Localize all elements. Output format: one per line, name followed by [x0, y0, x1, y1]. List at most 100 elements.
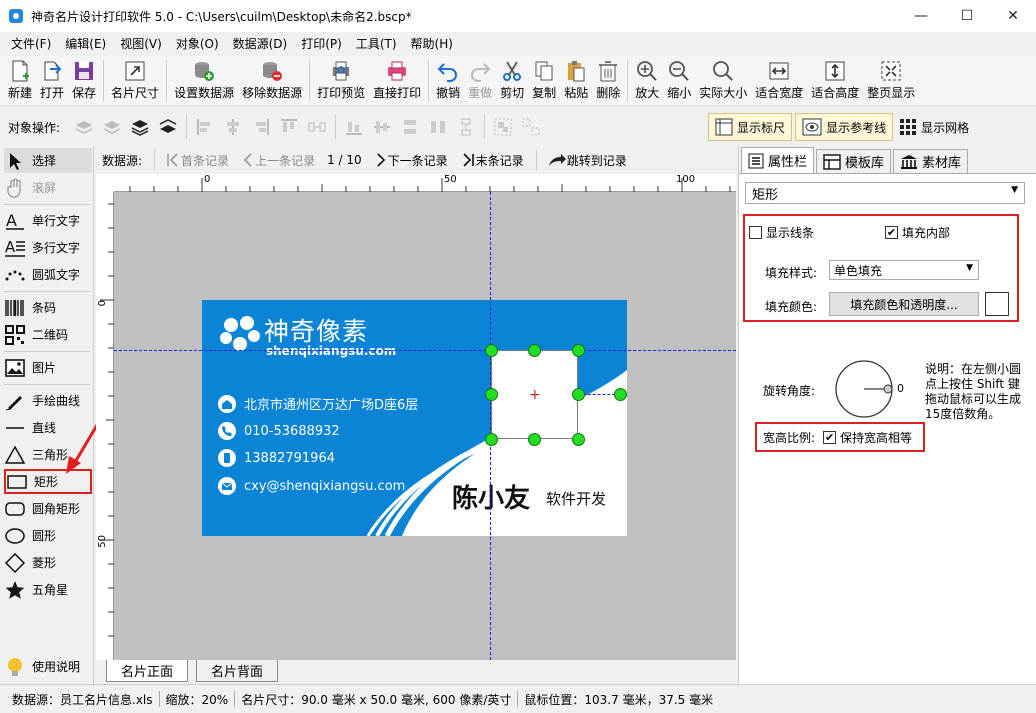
show-grid-toggle[interactable]: 显示网格 — [893, 113, 975, 141]
checkbox-checked-icon: ✔ — [885, 226, 898, 239]
actual-size-button[interactable]: 实际大小 — [695, 56, 751, 104]
align-bottom-icon[interactable] — [343, 116, 365, 138]
resize-handle-top-right[interactable] — [572, 344, 585, 357]
show-ruler-toggle[interactable]: 显示标尺 — [708, 113, 793, 141]
tool-diamond[interactable]: 菱形 — [4, 550, 92, 575]
horizontal-guide-line[interactable] — [114, 350, 736, 351]
resize-handle-bottom-right[interactable] — [572, 433, 585, 446]
fit-width-button[interactable]: 适合宽度 — [751, 56, 807, 104]
delete-button[interactable]: 删除 — [592, 56, 624, 104]
rotation-handle[interactable] — [614, 388, 627, 401]
qrcode-icon — [5, 324, 25, 345]
vertical-ruler[interactable]: 0 50 — [96, 192, 114, 660]
tab-properties[interactable]: 属性栏 — [741, 147, 815, 173]
last-record-button[interactable]: 末条记录 — [460, 152, 524, 169]
maximize-button[interactable]: ☐ — [944, 0, 990, 32]
fill-color-button[interactable]: 填充颜色和透明度... — [829, 292, 979, 316]
tool-rounded-rect[interactable]: 圆角矩形 — [4, 496, 92, 521]
fill-inside-checkbox[interactable]: ✔ 填充内部 — [885, 224, 950, 241]
tool-select[interactable]: 选择 — [4, 148, 92, 173]
align-left-icon[interactable] — [194, 116, 216, 138]
menu-datasource[interactable]: 数据源(D) — [226, 33, 295, 55]
list-icon — [748, 153, 764, 168]
record-counter: 1 / 10 — [327, 153, 362, 167]
tool-arc-text[interactable]: 圆弧文字 — [4, 262, 92, 287]
tool-qrcode[interactable]: 二维码 — [4, 322, 92, 347]
show-border-checkbox[interactable]: 显示线条 — [749, 224, 814, 241]
tool-multi-text[interactable]: A 多行文字 — [4, 235, 92, 260]
tool-star[interactable]: 五角星 — [4, 577, 92, 602]
zoom-in-button[interactable]: 放大 — [631, 56, 663, 104]
tool-barcode[interactable]: 条码 — [4, 295, 92, 320]
remove-datasource-button[interactable]: 移除数据源 — [238, 56, 306, 104]
menu-file[interactable]: 文件(F) — [4, 33, 58, 55]
resize-handle-left[interactable] — [485, 388, 498, 401]
tool-image[interactable]: 图片 — [4, 355, 92, 380]
redo-button[interactable]: 重做 — [464, 56, 496, 104]
send-backward-icon[interactable] — [101, 116, 123, 138]
horizontal-ruler[interactable]: 0 50 100 — [114, 174, 736, 192]
resize-handle-top-left[interactable] — [485, 344, 498, 357]
rotation-dial[interactable] — [833, 358, 895, 420]
tab-card-front[interactable]: 名片正面 — [106, 660, 189, 682]
ungroup-icon[interactable] — [520, 116, 542, 138]
resize-handle-bottom[interactable] — [528, 433, 541, 446]
copy-button[interactable]: 复制 — [528, 56, 560, 104]
print-preview-button[interactable]: 打印预览 — [313, 56, 369, 104]
distribute-v-icon[interactable] — [455, 116, 477, 138]
same-width-icon[interactable] — [399, 116, 421, 138]
resize-handle-bottom-left[interactable] — [485, 433, 498, 446]
fit-height-button[interactable]: 适合高度 — [807, 56, 863, 104]
save-button[interactable]: 保存 — [68, 56, 100, 104]
new-button[interactable]: 新建 — [4, 56, 36, 104]
close-button[interactable]: ✕ — [990, 0, 1036, 32]
bring-to-front-icon[interactable] — [129, 116, 151, 138]
paste-icon — [568, 61, 585, 82]
undo-button[interactable]: 撤销 — [432, 56, 464, 104]
same-height-icon[interactable] — [427, 116, 449, 138]
fill-color-swatch[interactable] — [985, 292, 1009, 316]
menu-print[interactable]: 打印(P) — [294, 33, 349, 55]
tool-freehand[interactable]: 手绘曲线 — [4, 388, 92, 413]
align-right-icon[interactable] — [250, 116, 272, 138]
align-center-icon[interactable] — [222, 116, 244, 138]
object-type-select[interactable]: 矩形 ▼ — [745, 182, 1025, 204]
menu-object[interactable]: 对象(O) — [169, 33, 226, 55]
set-datasource-button[interactable]: 设置数据源 — [170, 56, 238, 104]
tab-templates[interactable]: 模板库 — [816, 149, 892, 173]
align-middle-icon[interactable] — [371, 116, 393, 138]
menu-tools[interactable]: 工具(T) — [349, 33, 404, 55]
tool-circle[interactable]: 圆形 — [4, 523, 92, 548]
fill-style-select[interactable]: 单色填充 ▼ — [829, 260, 979, 280]
open-button[interactable]: 打开 — [36, 56, 68, 104]
menu-edit[interactable]: 编辑(E) — [58, 33, 113, 55]
fit-page-button[interactable]: 整页显示 — [863, 56, 919, 104]
menu-view[interactable]: 视图(V) — [113, 33, 169, 55]
paste-button[interactable]: 粘贴 — [560, 56, 592, 104]
help-button[interactable]: 使用说明 — [4, 654, 92, 679]
align-top-icon[interactable] — [278, 116, 300, 138]
jump-record-button[interactable]: 跳转到记录 — [547, 152, 627, 169]
keep-aspect-checkbox[interactable]: ✔ 保持宽高相等 — [823, 429, 912, 446]
zoom-out-button[interactable]: 缩小 — [663, 56, 695, 104]
minimize-button[interactable]: — — [898, 0, 944, 32]
design-canvas[interactable]: 神奇像素 shenqixiangsu.com 北京市通州区万达广场D座6层 01… — [114, 192, 736, 660]
send-to-back-icon[interactable] — [157, 116, 179, 138]
menu-help[interactable]: 帮助(H) — [404, 33, 460, 55]
first-record-button[interactable]: 首条记录 — [165, 152, 229, 169]
direct-print-button[interactable]: 直接打印 — [369, 56, 425, 104]
resize-handle-top[interactable] — [528, 344, 541, 357]
cut-button[interactable]: 剪切 — [496, 56, 528, 104]
resize-handle-right[interactable] — [572, 388, 585, 401]
tab-assets[interactable]: 素材库 — [893, 149, 969, 173]
distribute-h-icon[interactable] — [306, 116, 328, 138]
bring-forward-icon[interactable] — [73, 116, 95, 138]
show-guides-toggle[interactable]: 显示参考线 — [795, 113, 894, 141]
tool-single-text[interactable]: A 单行文字 — [4, 208, 92, 233]
next-record-button[interactable]: 下一条记录 — [374, 152, 448, 169]
group-icon[interactable] — [492, 116, 514, 138]
prev-record-button[interactable]: 上一条记录 — [241, 152, 315, 169]
tool-scroll[interactable]: 滚屏 — [4, 175, 92, 200]
tab-card-back[interactable]: 名片背面 — [196, 660, 279, 682]
card-size-button[interactable]: 名片尺寸 — [107, 56, 163, 104]
